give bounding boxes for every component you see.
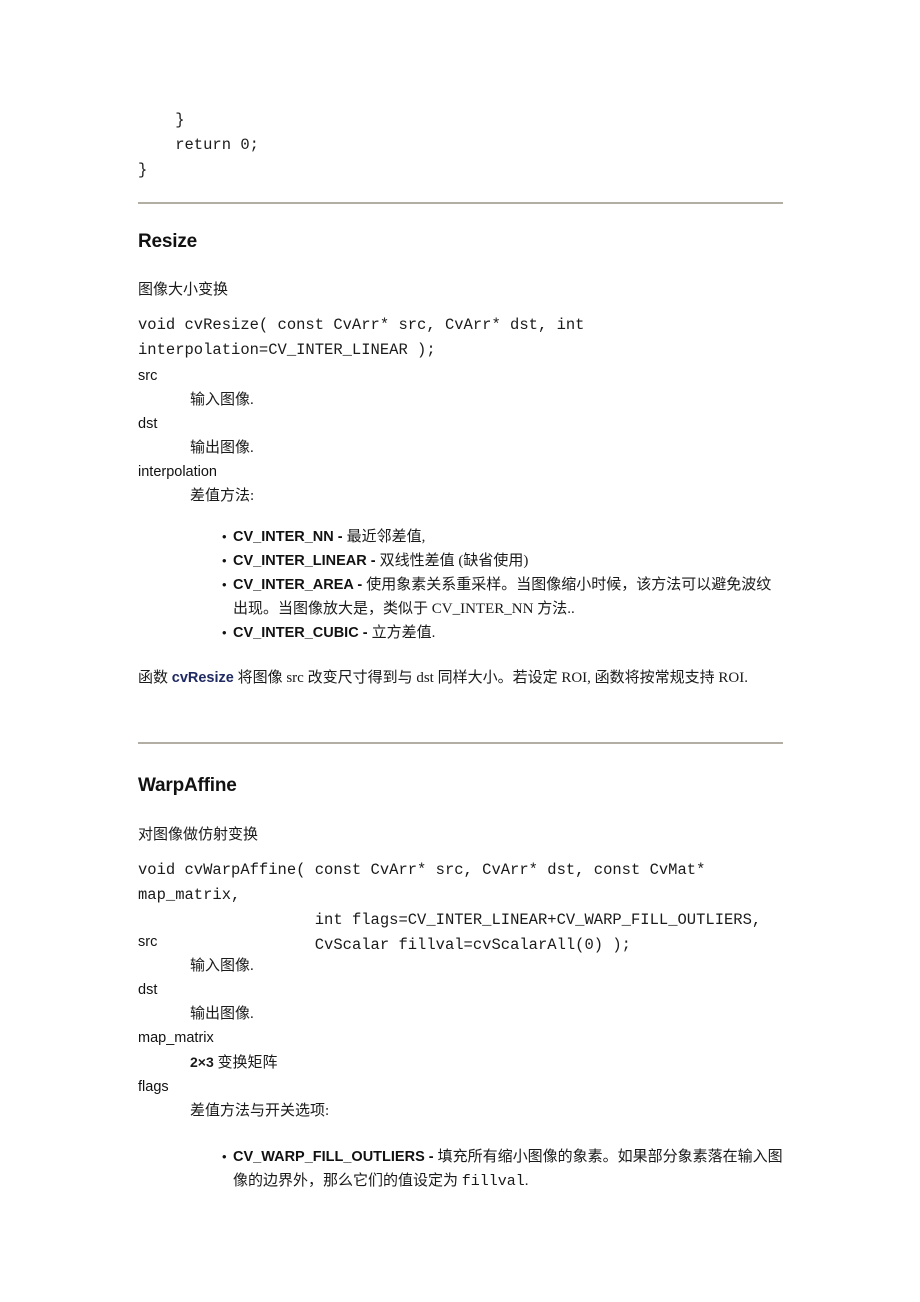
constant-description-part2: 方法.. [533, 601, 575, 617]
constant-separator: - [366, 553, 380, 569]
section-heading-resize: Resize [138, 231, 198, 252]
constant-separator: - [424, 1149, 438, 1165]
code-line-2: return 0; [138, 136, 259, 154]
matrix-label: 变换矩阵 [213, 1055, 278, 1071]
param-term-map-matrix: map_matrix [138, 1030, 214, 1046]
constant-name-cv-inter-cubic: CV_INTER_CUBIC [233, 625, 359, 641]
description-suffix: 将图像 src 改变尺寸得到与 dst 同样大小。若设定 ROI, 函数将按常规… [233, 670, 749, 686]
param-list-warpaffine: src 输入图像. dst 输出图像. map_matrix 2×3 变换矩阵 … [138, 930, 783, 1123]
param-definition-interpolation: 差值方法: [190, 488, 255, 504]
constant-separator: - [353, 577, 367, 593]
param-definition-src: 输入图像. [190, 958, 254, 974]
description-prefix: 函数 [138, 670, 172, 686]
list-item-cv-inter-nn: CV_INTER_NN - 最近邻差值, [222, 525, 783, 549]
section-description-resize: 函数 cvResize 将图像 src 改变尺寸得到与 dst 同样大小。若设定… [138, 666, 783, 691]
list-item-cv-warp-fill-outliers: CV_WARP_FILL_OUTLIERS - 填充所有缩小图像的象素。如果部分… [222, 1145, 783, 1194]
constant-description: 最近邻差值, [346, 529, 426, 545]
link-cvresize[interactable]: cvResize [172, 670, 234, 686]
inline-constant-cv-inter-nn: CV_INTER_NN [431, 601, 534, 617]
inline-code-fillval: fillval [461, 1173, 525, 1190]
constant-name-cv-warp-fill-outliers: CV_WARP_FILL_OUTLIERS [233, 1149, 425, 1165]
constant-description-part2: . [524, 1173, 529, 1189]
param-definition-dst: 输出图像. [190, 1006, 254, 1022]
section-heading-warpaffine: WarpAffine [138, 775, 237, 796]
list-item-cv-inter-cubic: CV_INTER_CUBIC - 立方差值. [222, 621, 783, 645]
param-list-resize: src 输入图像. dst 输出图像. interpolation 差值方法: [138, 364, 783, 508]
constant-list-interpolation: CV_INTER_NN - 最近邻差值, CV_INTER_LINEAR - 双… [138, 525, 783, 645]
code-line-1: } [138, 111, 185, 129]
param-definition-dst: 输出图像. [190, 440, 254, 456]
constant-separator: - [358, 625, 372, 641]
param-term-src: src [138, 368, 158, 384]
section-summary-warpaffine: 对图像做仿射变换 [138, 827, 259, 843]
param-term-dst: dst [138, 416, 158, 432]
matrix-dimensions: 2×3 [190, 1054, 214, 1070]
param-definition-src: 输入图像. [190, 392, 254, 408]
section-summary-resize: 图像大小变换 [138, 282, 229, 298]
constant-description: 双线性差值 (缺省使用) [379, 553, 529, 569]
list-item-cv-inter-linear: CV_INTER_LINEAR - 双线性差值 (缺省使用) [222, 549, 783, 573]
code-block-tail: } return 0; } [138, 108, 783, 183]
param-term-src: src [138, 934, 158, 950]
constant-separator: - [333, 529, 347, 545]
section-divider-2 [138, 742, 783, 744]
function-signature-cvresize: void cvResize( const CvArr* src, CvArr* … [138, 316, 585, 359]
constant-name-cv-inter-nn: CV_INTER_NN [233, 529, 334, 545]
constant-name-cv-inter-linear: CV_INTER_LINEAR [233, 553, 367, 569]
param-definition-flags: 差值方法与开关选项: [190, 1103, 330, 1119]
param-definition-map-matrix: 2×3 变换矩阵 [190, 1050, 783, 1075]
param-term-dst: dst [138, 982, 158, 998]
constant-name-cv-inter-area: CV_INTER_AREA [233, 577, 354, 593]
code-line-3: } [138, 161, 148, 179]
param-term-interpolation: interpolation [138, 464, 217, 480]
section-divider-1 [138, 202, 783, 204]
constant-description: 立方差值. [371, 625, 436, 641]
param-term-flags: flags [138, 1079, 169, 1095]
constant-list-flags: CV_WARP_FILL_OUTLIERS - 填充所有缩小图像的象素。如果部分… [138, 1145, 783, 1194]
list-item-cv-inter-area: CV_INTER_AREA - 使用象素关系重采样。当图像缩小时候，该方法可以避… [222, 573, 783, 621]
